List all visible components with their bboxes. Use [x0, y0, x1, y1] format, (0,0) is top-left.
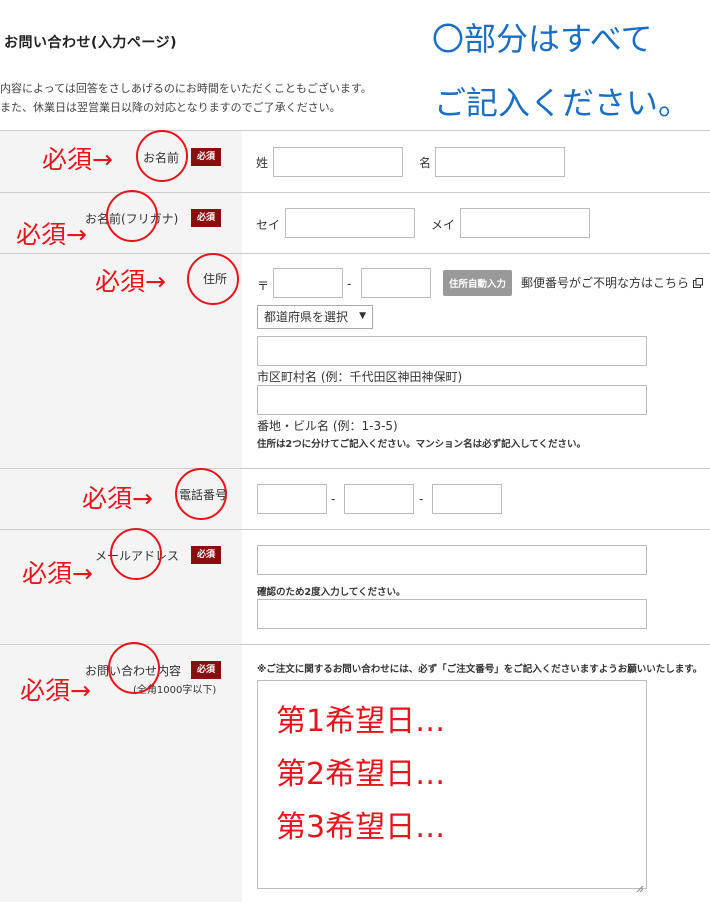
- required-annotation: 必須→: [20, 676, 91, 705]
- row-divider: [0, 253, 710, 254]
- phone-dash: -: [331, 492, 336, 506]
- kana-last-input[interactable]: [285, 208, 415, 238]
- phone-input-3[interactable]: [432, 484, 502, 514]
- required-annotation: 必須→: [82, 484, 153, 513]
- street-hint: 番地・ビル名 (例：1-3-5): [257, 419, 398, 433]
- required-annotation: 必須→: [16, 220, 87, 249]
- postal-code-input-1[interactable]: [273, 268, 343, 298]
- intro-text-1: 内容によっては回答をさしあげるのにお時間をいただくこともございます。: [0, 82, 372, 95]
- last-name-input[interactable]: [273, 147, 403, 177]
- annotation-circle: [108, 642, 160, 694]
- prefecture-select-value: 都道府県を選択: [264, 310, 349, 324]
- required-annotation: 必須→: [22, 559, 93, 588]
- last-name-label: 姓: [256, 156, 269, 170]
- email-confirm-input[interactable]: [257, 599, 647, 629]
- kana-last-label: セイ: [256, 218, 281, 232]
- row-divider: [0, 644, 710, 645]
- required-badge: 必須: [191, 148, 222, 166]
- resize-handle-icon[interactable]: [636, 878, 644, 893]
- street-input[interactable]: [257, 385, 647, 415]
- annotation-circle: [110, 528, 162, 580]
- kana-first-input[interactable]: [460, 208, 590, 238]
- inquiry-note: ※ご注文に関するお問い合わせには、必ず「ご注文番号」をご記入くださいますようお願…: [257, 664, 703, 675]
- inquiry-text-line-3: 第3希望日…: [276, 810, 446, 845]
- row-divider: [0, 529, 710, 530]
- inquiry-text-line-1: 第1希望日…: [276, 704, 446, 739]
- email-confirm-note: 確認のため2度入力してください。: [257, 587, 406, 598]
- kana-first-label: メイ: [431, 218, 456, 232]
- phone-dash: -: [419, 492, 424, 506]
- page-title: お問い合わせ(入力ページ): [4, 35, 178, 51]
- row-divider: [0, 468, 710, 469]
- inquiry-text-line-2: 第2希望日…: [276, 757, 446, 792]
- external-link-icon: [692, 277, 703, 288]
- row-divider: [0, 130, 710, 131]
- first-name-input[interactable]: [435, 147, 565, 177]
- city-hint: 市区町村名 (例：千代田区神田神保町): [257, 370, 463, 384]
- address-auto-fill-button[interactable]: 住所自動入力: [443, 270, 513, 296]
- intro-text-2: また、休業日は翌営業日以降の対応となりますのでご了承ください。: [0, 101, 341, 114]
- annotation-circle: [106, 190, 158, 242]
- postal-lookup-link-label: 郵便番号がご不明な方はこちら: [521, 276, 690, 290]
- dropdown-arrow-icon: ▼: [359, 311, 366, 321]
- postal-lookup-link[interactable]: 郵便番号がご不明な方はこちら: [521, 274, 703, 291]
- required-badge: 必須: [191, 661, 222, 679]
- annotation-text-1: 〇部分はすべて: [432, 20, 653, 58]
- postal-code-input-2[interactable]: [361, 268, 431, 298]
- annotation-text-2: ご記入ください。: [434, 84, 691, 122]
- city-input[interactable]: [257, 336, 647, 366]
- address-note: 住所は2つに分けてご記入ください。マンション名は必ず記入してください。: [257, 439, 587, 450]
- annotation-circle: [175, 468, 227, 520]
- required-annotation: 必須→: [95, 267, 166, 296]
- phone-input-1[interactable]: [257, 484, 327, 514]
- email-input[interactable]: [257, 545, 647, 575]
- annotation-circle: [136, 130, 188, 182]
- prefecture-select[interactable]: 都道府県を選択 ▼: [257, 305, 373, 329]
- required-badge: 必須: [191, 209, 222, 227]
- row-divider: [0, 192, 710, 193]
- required-badge: 必須: [191, 546, 222, 564]
- annotation-circle: [187, 253, 239, 305]
- phone-input-2[interactable]: [344, 484, 414, 514]
- postal-mark: 〒: [257, 279, 270, 293]
- first-name-label: 名: [419, 156, 432, 170]
- required-annotation: 必須→: [42, 145, 113, 174]
- postal-dash: -: [347, 277, 352, 291]
